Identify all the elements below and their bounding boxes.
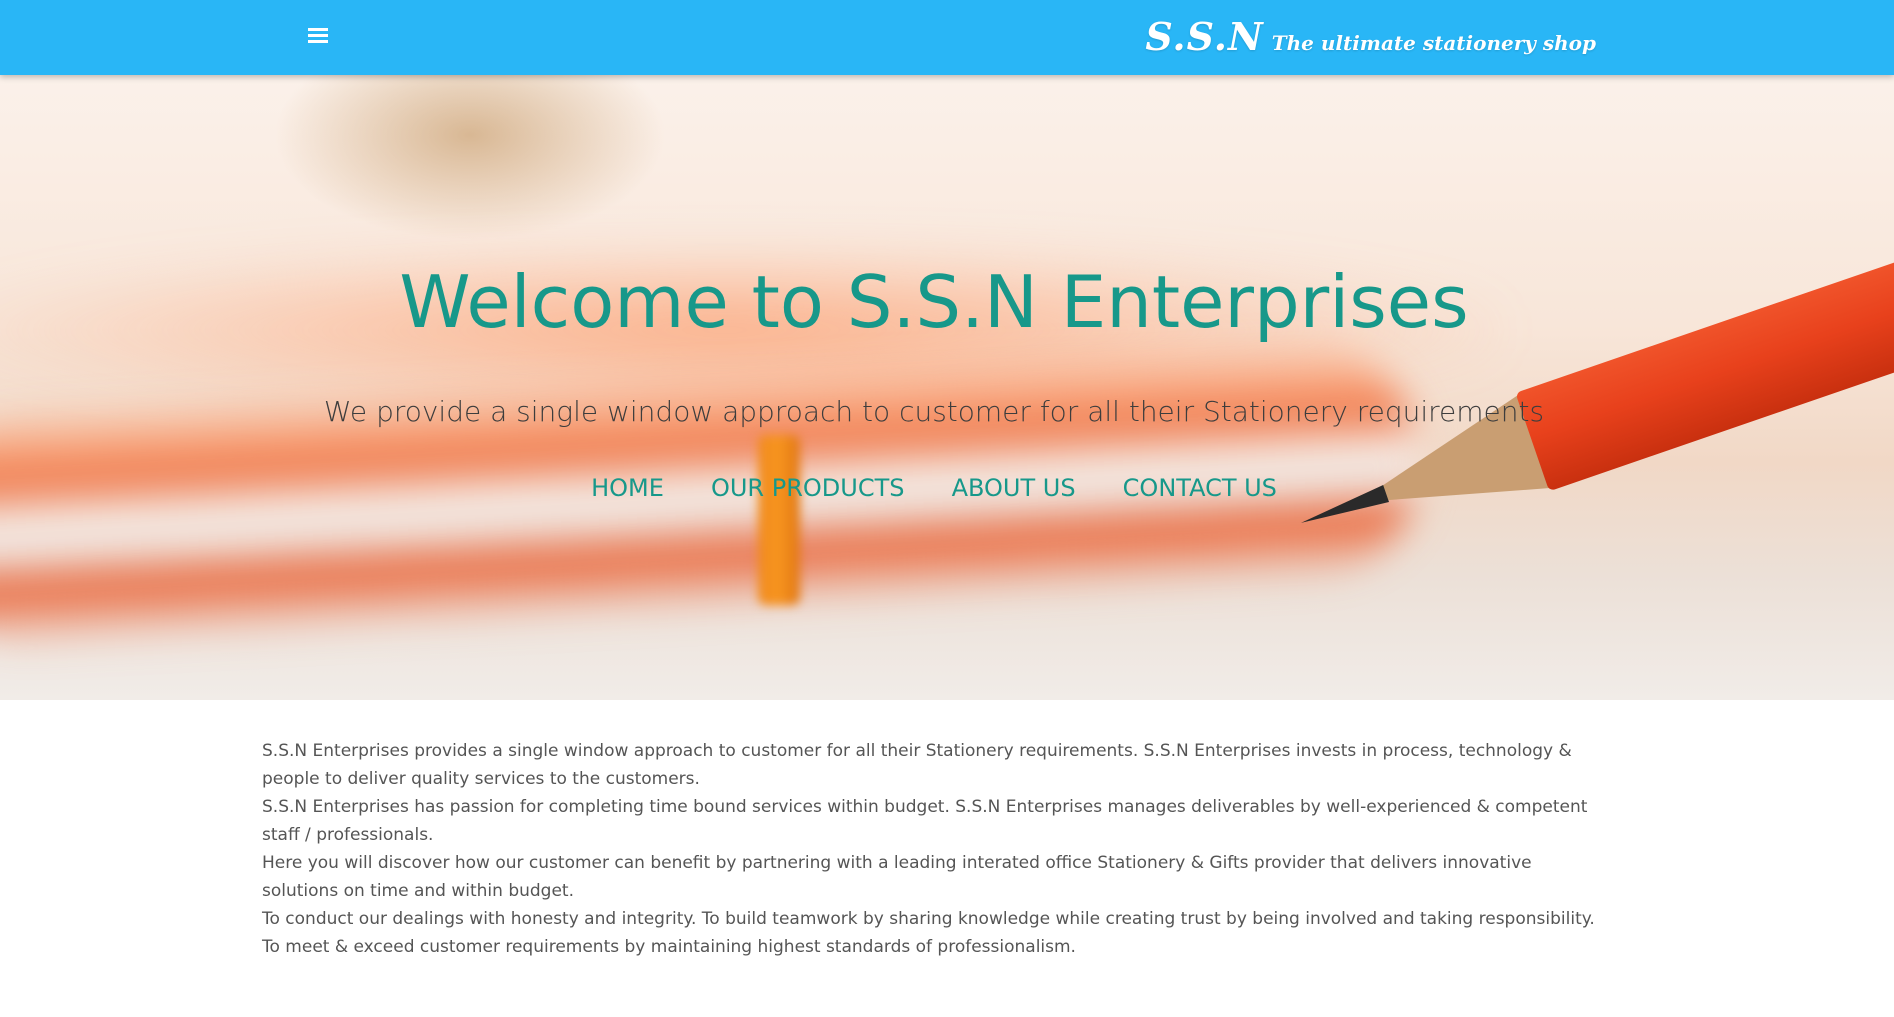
about-paragraph: S.S.N Enterprises has passion for comple… <box>262 797 1588 845</box>
brand[interactable]: S.S.N The ultimate stationery shop <box>1145 14 1596 59</box>
nav-link-contact-us[interactable]: CONTACT US <box>1123 474 1277 502</box>
nav-link-home[interactable]: HOME <box>591 474 664 502</box>
about-section: S.S.N Enterprises provides a single wind… <box>262 737 1612 961</box>
about-paragraph: Here you will discover how our customer … <box>262 853 1532 901</box>
nav-link-our-products[interactable]: OUR PRODUCTS <box>711 474 905 502</box>
hero-banner: Welcome to S.S.N Enterprises We provide … <box>0 75 1894 700</box>
about-paragraph: To conduct our dealings with honesty and… <box>262 909 1595 957</box>
brand-tagline: The ultimate stationery shop <box>1271 31 1596 55</box>
nav-link-about-us[interactable]: ABOUT US <box>952 474 1076 502</box>
brand-logo: S.S.N <box>1145 14 1264 59</box>
about-paragraph: S.S.N Enterprises provides a single wind… <box>262 741 1572 789</box>
hamburger-menu-icon[interactable] <box>306 24 330 48</box>
top-navbar: S.S.N The ultimate stationery shop <box>0 0 1894 75</box>
hero-nav: HOME OUR PRODUCTS ABOUT US CONTACT US <box>0 474 1868 502</box>
hero-subtitle: We provide a single window approach to c… <box>323 395 1545 428</box>
hero-title: Welcome to S.S.N Enterprises <box>399 260 1469 344</box>
hero-notebook-band <box>758 435 800 605</box>
